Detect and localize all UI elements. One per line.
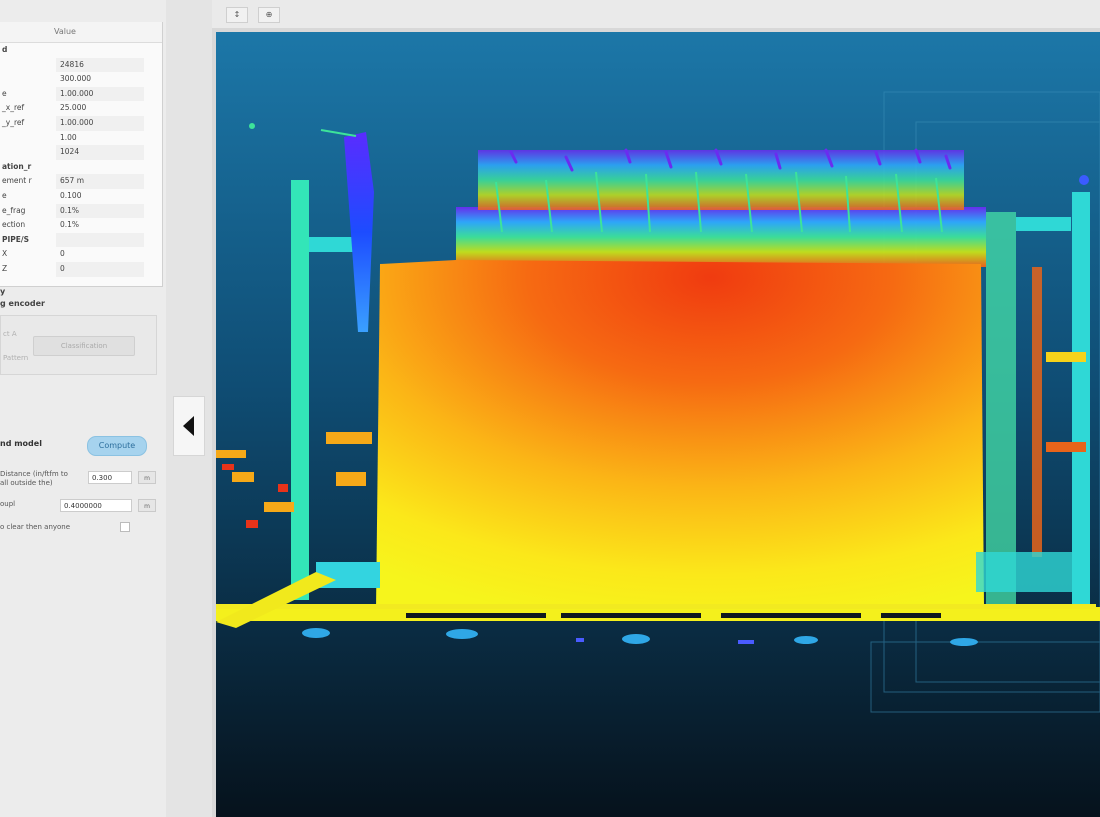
table-row[interactable]: Z0 [0, 261, 162, 277]
viewer-toolbar: ↕ ⊕ [212, 0, 1100, 29]
method-section: y g encoder ct A Pattern Classification [0, 287, 162, 407]
property-value[interactable]: 25.000 [56, 101, 144, 116]
point-cloud-surface [376, 260, 984, 610]
property-name: ection [2, 220, 26, 230]
property-name: Z [2, 263, 8, 273]
property-name: d [2, 45, 8, 54]
distance-input[interactable]: 0.300 [88, 471, 132, 484]
table-row[interactable]: 1024 [0, 145, 162, 160]
table-row[interactable]: 300.000 [0, 72, 162, 87]
property-name: _x_ref [2, 103, 25, 113]
property-value[interactable] [56, 43, 144, 58]
property-value[interactable]: 0 [56, 247, 144, 262]
table-body: d 24816 300.000 e 1.00.000 _x_ref 25.000 _y_ref… [0, 43, 162, 277]
property-value[interactable] [56, 232, 144, 248]
method-group-box: ct A Pattern Classification [0, 315, 157, 375]
property-value[interactable]: 1.00 [56, 131, 144, 146]
zoom-button[interactable]: ⊕ [258, 7, 280, 23]
property-value[interactable]: 1024 [56, 145, 144, 160]
distance-unit-button[interactable]: m [138, 471, 156, 484]
view-toggle-button[interactable]: ↕ [226, 7, 248, 23]
classification-button[interactable]: Classification [33, 336, 135, 356]
distance-label: Distance (in/ftfm to all outside the) [0, 470, 68, 487]
roof-points [456, 148, 986, 267]
property-name: ation_r [2, 161, 32, 171]
table-row[interactable]: _y_ref 1.00.000 [0, 115, 162, 131]
table-row[interactable]: ection 0.1% [0, 218, 162, 233]
threshold-input[interactable]: 0.4000000 [60, 499, 132, 512]
property-name: e_frag [2, 205, 26, 215]
table-row[interactable]: ement r 657 m [0, 174, 162, 189]
properties-table: Value d 24816 300.000 e 1.00.000 _x_ref 25.000… [0, 22, 163, 287]
threshold-label: oupl [0, 500, 16, 508]
table-row[interactable]: d [0, 43, 162, 58]
property-name: ement r [2, 176, 32, 186]
table-row[interactable]: X0 [0, 247, 162, 262]
property-value[interactable]: 1.00.000 [56, 86, 144, 102]
table-row[interactable]: 1.00 [0, 131, 162, 146]
property-name: X [2, 249, 8, 259]
property-value[interactable]: 300.000 [56, 72, 144, 87]
property-value[interactable]: 0 [56, 261, 144, 277]
table-row[interactable]: e 1.00.000 [0, 86, 162, 102]
property-value[interactable]: 0.1% [56, 203, 144, 219]
table-row[interactable]: e_frag 0.1% [0, 203, 162, 219]
properties-panel: Value d 24816 300.000 e 1.00.000 _x_ref 25.000… [0, 0, 166, 817]
collapse-panel-button[interactable] [173, 396, 205, 456]
property-name: e [2, 190, 7, 200]
table-row[interactable]: e 0.100 [0, 189, 162, 204]
table-row[interactable]: 24816 [0, 57, 162, 73]
property-value[interactable]: 0.100 [56, 189, 144, 204]
threshold-unit-button[interactable]: m [138, 499, 156, 512]
encoder-label: g encoder [0, 299, 45, 308]
disabled-label-pattern: Pattern [3, 354, 29, 362]
column-value-header: Value [54, 27, 76, 36]
property-value[interactable]: 657 m [56, 174, 144, 189]
property-value[interactable] [56, 160, 144, 175]
table-header: Value [0, 22, 162, 43]
property-name: e [2, 88, 7, 98]
clear-label: o clear then anyone [0, 523, 71, 531]
point-cloud-viewport[interactable] [216, 32, 1100, 817]
ground-model-label: nd model [0, 439, 42, 448]
compute-button[interactable]: Compute [87, 436, 147, 456]
triangle-left-icon [183, 416, 194, 436]
property-name: PIPE/S [2, 234, 30, 244]
property-value[interactable]: 1.00.000 [56, 115, 144, 131]
table-row[interactable]: PIPE/S [0, 232, 162, 248]
property-value[interactable]: 24816 [56, 57, 144, 73]
clear-checkbox[interactable] [120, 522, 130, 532]
table-row[interactable]: ation_r [0, 160, 162, 175]
table-row[interactable]: _x_ref 25.000 [0, 101, 162, 116]
property-value[interactable]: 0.1% [56, 218, 144, 233]
property-name: _y_ref [2, 117, 25, 127]
disabled-label-a: ct A [3, 330, 17, 338]
method-label: y [0, 287, 6, 296]
